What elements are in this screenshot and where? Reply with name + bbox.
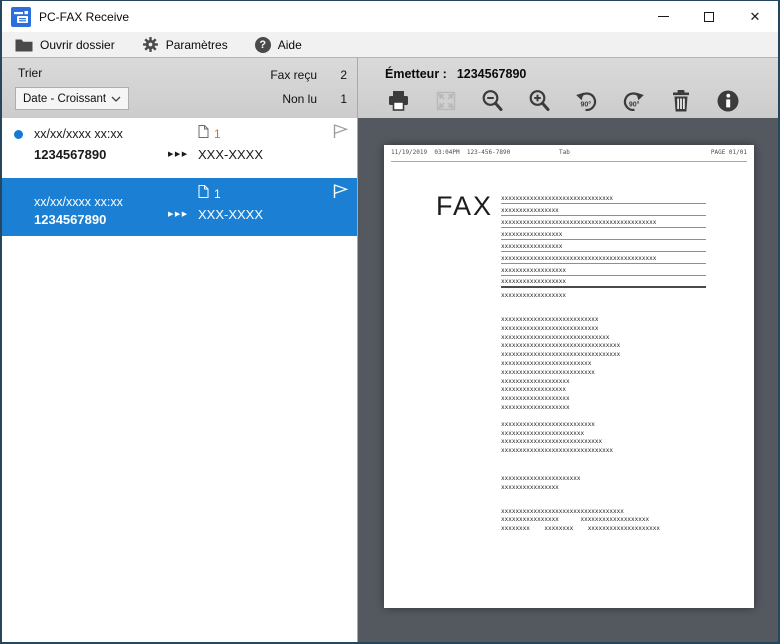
fax-list-panel: Trier Date - Croissant Fax reçu 2 Non lu… — [2, 58, 358, 642]
fax-form-row: xxxxxxxxxxxxxxxx — [501, 204, 706, 216]
preview-header: Émetteur : 1234567890 — [358, 58, 778, 118]
pcfax-window: PC-FAX Receive ✕ Ouvrir dossier Paramètr… — [0, 0, 780, 644]
fax-form-row: xxxxxxxxxxxxxxxxxx — [501, 288, 706, 300]
unread-count: 1 — [327, 92, 347, 106]
fax-recipient: XXX-XXXX — [198, 147, 263, 162]
window-controls: ✕ — [640, 1, 778, 32]
settings-label: Paramètres — [166, 38, 228, 52]
fax-stats: Fax reçu 2 Non lu 1 — [270, 68, 347, 106]
fax-text-block: xxxxxxxxxxxxxxxxxxxxxxxxxxxxxxxxxxxxxxxx… — [501, 316, 706, 413]
help-button[interactable]: ? Aide — [255, 37, 302, 53]
rotate-right-button[interactable]: 90° — [620, 87, 647, 114]
folder-icon — [15, 38, 33, 52]
fax-form-row: xxxxxxxxxxxxxxxxxxxxxxxxxxxxxxx — [501, 192, 706, 204]
page-count: 1 — [214, 187, 221, 201]
fax-received-count: 2 — [327, 68, 347, 82]
maximize-icon — [704, 12, 714, 22]
fax-list-item-2[interactable]: xx/xx/xxxx xx:xx 1 1234567890 ▶▶▶ XXX-XX… — [2, 178, 357, 236]
info-button[interactable] — [714, 87, 741, 114]
sender-line: Émetteur : 1234567890 — [385, 58, 778, 81]
sort-label: Trier — [18, 66, 42, 80]
flag-icon[interactable] — [331, 123, 350, 139]
open-folder-button[interactable]: Ouvrir dossier — [15, 38, 115, 52]
fax-list: xx/xx/xxxx xx:xx 1 1234567890 ▶▶▶ XXX-XX… — [2, 118, 357, 642]
open-folder-label: Ouvrir dossier — [40, 38, 115, 52]
sort-dropdown[interactable]: Date - Croissant — [15, 87, 129, 110]
close-icon: ✕ — [750, 10, 761, 23]
preview-toolbar: 90° 90° — [385, 87, 778, 114]
fit-to-window-icon — [434, 89, 458, 113]
flag-icon[interactable] — [331, 183, 350, 199]
rotate-right-90-icon: 90° — [620, 88, 647, 114]
forward-arrows-icon: ▶▶▶ — [168, 150, 189, 158]
fax-received-label: Fax reçu — [270, 68, 317, 82]
minimize-button[interactable] — [640, 1, 686, 32]
fax-form-row: xxxxxxxxxxxxxxxxxxxxxxxxxxxxxxxxxxxxxxxx… — [501, 252, 706, 264]
printer-icon — [386, 89, 411, 113]
sort-dropdown-value: Date - Croissant — [23, 93, 106, 105]
delete-button[interactable] — [667, 87, 694, 114]
fax-text-block: xxxxxxxxxxxxxxxxxxxxxxxxxxxxxxxxxxxxxxxx… — [501, 508, 706, 534]
fax-header-page: PAGE 01/01 — [711, 149, 747, 156]
fax-form-row: xxxxxxxxxxxxxxxxx — [501, 240, 706, 252]
list-header: Trier Date - Croissant Fax reçu 2 Non lu… — [2, 58, 357, 118]
fax-preview-area: 11/19/2019 03:04PM 123-456-7890 Tab PAGE… — [358, 118, 778, 642]
unread-dot-icon — [14, 130, 23, 139]
help-label: Aide — [278, 38, 302, 52]
fax-datetime: xx/xx/xxxx xx:xx — [34, 195, 123, 209]
fax-text-block: xxxxxxxxxxxxxxxxxxxxxxxxxxxxxxxxxxxxxxxx… — [501, 421, 706, 456]
fax-form-row: xxxxxxxxxxxxxxxxxxxxxxxxxxxxxxxxxxxxxxxx… — [501, 216, 706, 228]
rotate-left-label: 90° — [581, 100, 592, 108]
info-icon — [716, 89, 740, 113]
page-count: 1 — [214, 127, 221, 141]
window-title: PC-FAX Receive — [39, 10, 129, 24]
unread-label: Non lu — [270, 92, 317, 106]
zoom-out-button[interactable] — [479, 87, 506, 114]
sender-value: 1234567890 — [457, 67, 527, 81]
sender-label: Émetteur : — [385, 67, 447, 81]
preview-panel: Émetteur : 1234567890 — [358, 58, 778, 642]
fax-recipient: XXX-XXXX — [198, 207, 263, 222]
fax-number: 1234567890 — [34, 147, 106, 162]
gear-icon — [142, 36, 159, 53]
chevron-down-icon — [111, 96, 121, 102]
rotate-left-90-icon: 90° — [573, 88, 600, 114]
fax-text-block: xxxxxxxxxxxxxxxxxxxxxxxxxxxxxxxxxxxxxx — [501, 475, 706, 493]
fax-list-item-1[interactable]: xx/xx/xxxx xx:xx 1 1234567890 ▶▶▶ XXX-XX… — [2, 118, 357, 176]
fit-to-window-button[interactable] — [432, 87, 459, 114]
app-fax-icon — [11, 7, 31, 27]
main-toolbar: Ouvrir dossier Paramètres ? Aide — [2, 32, 778, 58]
zoom-in-icon — [527, 88, 552, 113]
minimize-icon — [658, 16, 669, 17]
trash-icon — [670, 89, 692, 113]
settings-button[interactable]: Paramètres — [142, 36, 228, 53]
fax-transmission-header: 11/19/2019 03:04PM 123-456-7890 Tab PAGE… — [391, 149, 747, 162]
fax-form-row: xxxxxxxxxxxxxxxxx — [501, 228, 706, 240]
fax-document-title: FAX — [436, 191, 493, 222]
fax-number: 1234567890 — [34, 212, 106, 227]
forward-arrows-icon: ▶▶▶ — [168, 210, 189, 218]
zoom-out-icon — [480, 88, 505, 113]
title-bar: PC-FAX Receive ✕ — [2, 1, 778, 32]
help-icon: ? — [255, 37, 271, 53]
main-area: Trier Date - Croissant Fax reçu 2 Non lu… — [2, 58, 778, 642]
print-button[interactable] — [385, 87, 412, 114]
fax-form-row: xxxxxxxxxxxxxxxxxx — [501, 276, 706, 288]
fax-form-rows: xxxxxxxxxxxxxxxxxxxxxxxxxxxxxxxxxxxxxxxx… — [501, 192, 706, 534]
rotate-left-button[interactable]: 90° — [573, 87, 600, 114]
fax-form-row: xxxxxxxxxxxxxxxxxx — [501, 264, 706, 276]
zoom-in-button[interactable] — [526, 87, 553, 114]
fax-preview-page[interactable]: 11/19/2019 03:04PM 123-456-7890 Tab PAGE… — [384, 145, 754, 608]
fax-datetime: xx/xx/xxxx xx:xx — [34, 127, 123, 141]
fax-header-datetime: 11/19/2019 03:04PM 123-456-7890 — [391, 149, 559, 156]
document-page-icon — [198, 125, 209, 138]
rotate-right-label: 90° — [629, 100, 640, 108]
maximize-button[interactable] — [686, 1, 732, 32]
fax-header-name: Tab — [559, 149, 711, 156]
close-button[interactable]: ✕ — [732, 1, 778, 32]
document-page-icon — [198, 185, 209, 198]
